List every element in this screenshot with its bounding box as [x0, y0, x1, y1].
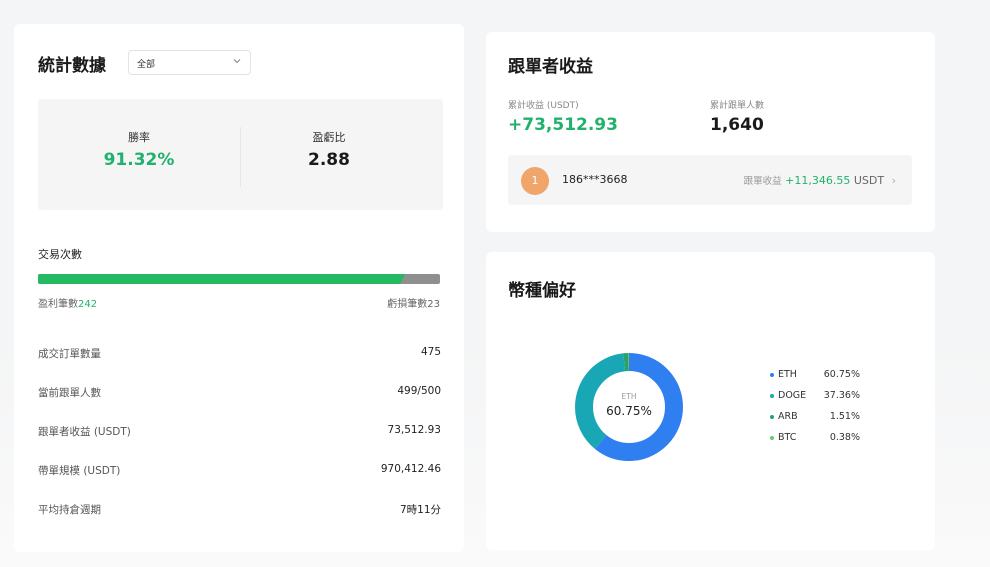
follower-earn-label: 跟單收益 [743, 176, 782, 187]
stat-row-key: 成交訂單數量 [38, 348, 101, 360]
win-rate-block: 勝率 91.32% [38, 99, 240, 210]
pl-ratio-label: 盈虧比 [312, 131, 346, 144]
stats-title: 統計數據 [38, 56, 106, 76]
legend-item: DOGE 37.36% [770, 390, 870, 411]
stat-row-key: 帶單規模 (USDT) [38, 465, 121, 477]
total-profit-label: 累計收益 (USDT) [508, 101, 579, 111]
legend-name: ARB [778, 411, 798, 422]
legend-item: ARB 1.51% [770, 411, 870, 432]
legend-dot [770, 436, 774, 440]
legend-pct: 1.51% [829, 411, 860, 422]
follower-earn-unit: USDT [853, 174, 885, 187]
trades-win-fill [38, 274, 405, 284]
range-select[interactable]: 全部 [128, 50, 251, 75]
follower-earnings-title: 跟單者收益 [508, 57, 593, 77]
coin-legend: ETH 60.75% DOGE 37.36% ARB 1.51% BTC 0.3… [770, 369, 870, 453]
stat-row: 成交訂單數量 475 [38, 346, 441, 362]
legend-pct: 60.75% [823, 369, 860, 380]
legend-item: BTC 0.38% [770, 432, 870, 453]
loss-count-caption: 虧損筆數23 [387, 295, 440, 310]
follower-earnings-card: 跟單者收益 累計收益 (USDT) +73,512.93 累計跟單人數 1,64… [486, 32, 935, 232]
donut-center-value: 60.75% [606, 404, 652, 418]
win-count-label: 盈利筆數 [38, 299, 78, 310]
chevron-down-icon [233, 59, 241, 64]
legend-pct: 37.36% [823, 390, 860, 401]
rank-badge: 1 [521, 167, 549, 195]
stat-row-key: 跟單者收益 (USDT) [38, 426, 131, 438]
legend-dot [770, 373, 774, 377]
pl-ratio-block: 盈虧比 2.88 [228, 99, 430, 210]
win-count-caption: 盈利筆數242 [38, 295, 97, 310]
legend-pct: 0.38% [829, 432, 860, 443]
loss-count-value: 23 [427, 299, 440, 310]
donut-center-label: ETH [622, 392, 637, 401]
follower-earn-value: +11,346.55 [785, 174, 851, 187]
legend-name: ETH [778, 369, 797, 380]
stat-row-value: 7時11分 [399, 504, 441, 516]
legend-name: DOGE [778, 390, 807, 401]
win-count-value: 242 [78, 299, 98, 310]
trades-ratio-bar [38, 274, 440, 284]
legend-dot [770, 415, 774, 419]
loss-count-label: 虧損筆數 [387, 299, 428, 310]
stat-row-key: 平均持倉週期 [38, 504, 101, 516]
stats-card: 統計數據 全部 勝率 91.32% 盈虧比 2.88 交易次數 盈利筆數242 … [14, 24, 464, 552]
stat-row: 平均持倉週期 7時11分 [38, 502, 441, 518]
follower-earnings: 跟單收益 +11,346.55 USDT › [744, 173, 896, 187]
legend-name: BTC [778, 432, 797, 443]
pl-ratio-value: 2.88 [308, 150, 350, 170]
stat-row: 跟單者收益 (USDT) 73,512.93 [38, 424, 441, 440]
stat-row-key: 當前跟單人數 [38, 387, 101, 399]
trades-label: 交易次數 [38, 248, 82, 261]
legend-item: ETH 60.75% [770, 369, 870, 390]
follower-name: 186***3668 [562, 173, 628, 186]
stat-row-value: 970,412.46 [380, 463, 441, 475]
total-followers-label: 累計跟單人數 [710, 101, 765, 111]
coin-donut-chart: ETH 60.75% [575, 353, 683, 461]
stat-row: 當前跟單人數 499/500 [38, 385, 441, 401]
stat-row-value: 499/500 [397, 385, 441, 397]
win-rate-value: 91.32% [103, 150, 175, 170]
total-followers-value: 1,640 [710, 115, 764, 135]
stat-row-value: 475 [420, 346, 441, 358]
top-follower-row[interactable]: 1 186***3668 跟單收益 +11,346.55 USDT › [508, 155, 912, 205]
range-select-value: 全部 [137, 60, 156, 70]
stat-row-value: 73,512.93 [387, 424, 441, 436]
legend-dot [770, 394, 774, 398]
ratio-panel: 勝率 91.32% 盈虧比 2.88 [38, 99, 443, 210]
coin-preference-card: 幣種偏好 ETH 60.75% ETH 60.75% DOGE 37.36% A… [486, 252, 935, 550]
win-rate-label: 勝率 [128, 131, 150, 144]
stat-row: 帶單規模 (USDT) 970,412.46 [38, 463, 441, 479]
total-profit-value: +73,512.93 [508, 115, 618, 135]
coin-preference-title: 幣種偏好 [508, 281, 576, 301]
chevron-right-icon: › [891, 174, 896, 187]
